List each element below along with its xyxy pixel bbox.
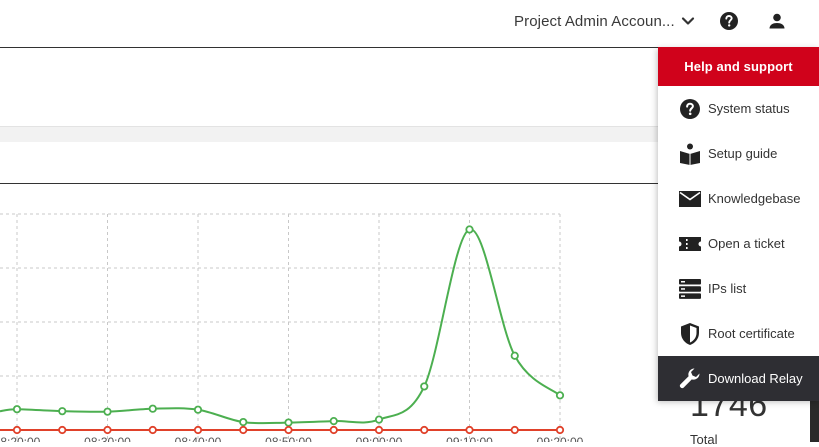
data-point — [239, 417, 248, 427]
data-point — [12, 425, 22, 435]
data-point — [420, 425, 429, 435]
data-point — [555, 391, 565, 400]
menu-item-root-certificate[interactable]: Root certificate — [658, 311, 819, 356]
data-point — [284, 418, 293, 427]
data-point — [555, 425, 565, 435]
shield-icon — [678, 322, 702, 346]
data-point — [284, 425, 293, 435]
data-point — [12, 405, 22, 414]
question-circle-icon — [678, 97, 702, 121]
chevron-down-icon — [681, 17, 694, 25]
data-point — [148, 425, 157, 435]
menu-item-download-relay[interactable]: Download Relay — [658, 356, 819, 401]
data-point — [239, 425, 248, 435]
menu-item-open-ticket[interactable]: Open a ticket — [658, 221, 819, 266]
data-point — [58, 425, 67, 435]
menu-item-label: System status — [708, 101, 790, 116]
menu-item-label: IPs list — [708, 281, 747, 296]
data-point — [420, 382, 429, 391]
side-strip — [810, 400, 819, 442]
x-tick-label: 08:20:00 — [0, 435, 41, 442]
book-reader-icon — [678, 142, 702, 166]
menu-item-knowledgebase[interactable]: Knowledgebase — [658, 176, 819, 221]
x-tick-label: 08:40:00 — [175, 435, 222, 442]
x-tick-label: 09:00:00 — [356, 435, 403, 442]
menu-item-ips-list[interactable]: IPs list — [658, 266, 819, 311]
menu-item-setup-guide[interactable]: Setup guide — [658, 131, 819, 176]
data-point — [465, 425, 474, 435]
series-line — [0, 228, 561, 425]
help-menu-header: Help and support — [658, 47, 819, 86]
data-point — [329, 416, 338, 426]
data-point — [465, 225, 474, 234]
x-tick-label: 09:10:00 — [446, 435, 493, 442]
account-label: Project Admin Accoun... — [514, 12, 675, 30]
user-icon[interactable] — [766, 10, 788, 32]
data-point — [58, 407, 67, 416]
x-tick-label: 08:50:00 — [265, 435, 312, 442]
data-point — [193, 425, 203, 435]
help-icon[interactable] — [718, 10, 740, 32]
data-point — [329, 425, 338, 435]
data-point — [103, 407, 112, 416]
menu-item-system-status[interactable]: System status — [658, 86, 819, 131]
help-menu: Help and support System status Setup gui… — [658, 47, 819, 401]
top-bar: Project Admin Accoun... — [0, 0, 819, 48]
account-selector[interactable]: Project Admin Accoun... — [514, 10, 695, 32]
menu-item-label: Knowledgebase — [708, 191, 801, 206]
envelope-icon — [678, 187, 702, 211]
data-point — [510, 351, 519, 360]
server-list-icon — [678, 277, 702, 301]
menu-item-label: Download Relay — [708, 371, 803, 386]
data-point — [193, 405, 203, 414]
menu-item-label: Open a ticket — [708, 236, 785, 251]
data-point — [148, 404, 157, 413]
data-point — [510, 425, 519, 435]
total-label: Total — [690, 432, 718, 447]
data-point — [374, 415, 384, 424]
data-point — [103, 425, 112, 435]
menu-item-label: Setup guide — [708, 146, 778, 161]
x-tick-label: 08:30:00 — [84, 435, 131, 442]
data-point — [374, 425, 384, 435]
menu-item-label: Root certificate — [708, 326, 795, 341]
wrench-icon — [678, 367, 702, 391]
ticket-icon — [678, 232, 702, 256]
x-tick-label: 09:20:00 — [537, 435, 584, 442]
